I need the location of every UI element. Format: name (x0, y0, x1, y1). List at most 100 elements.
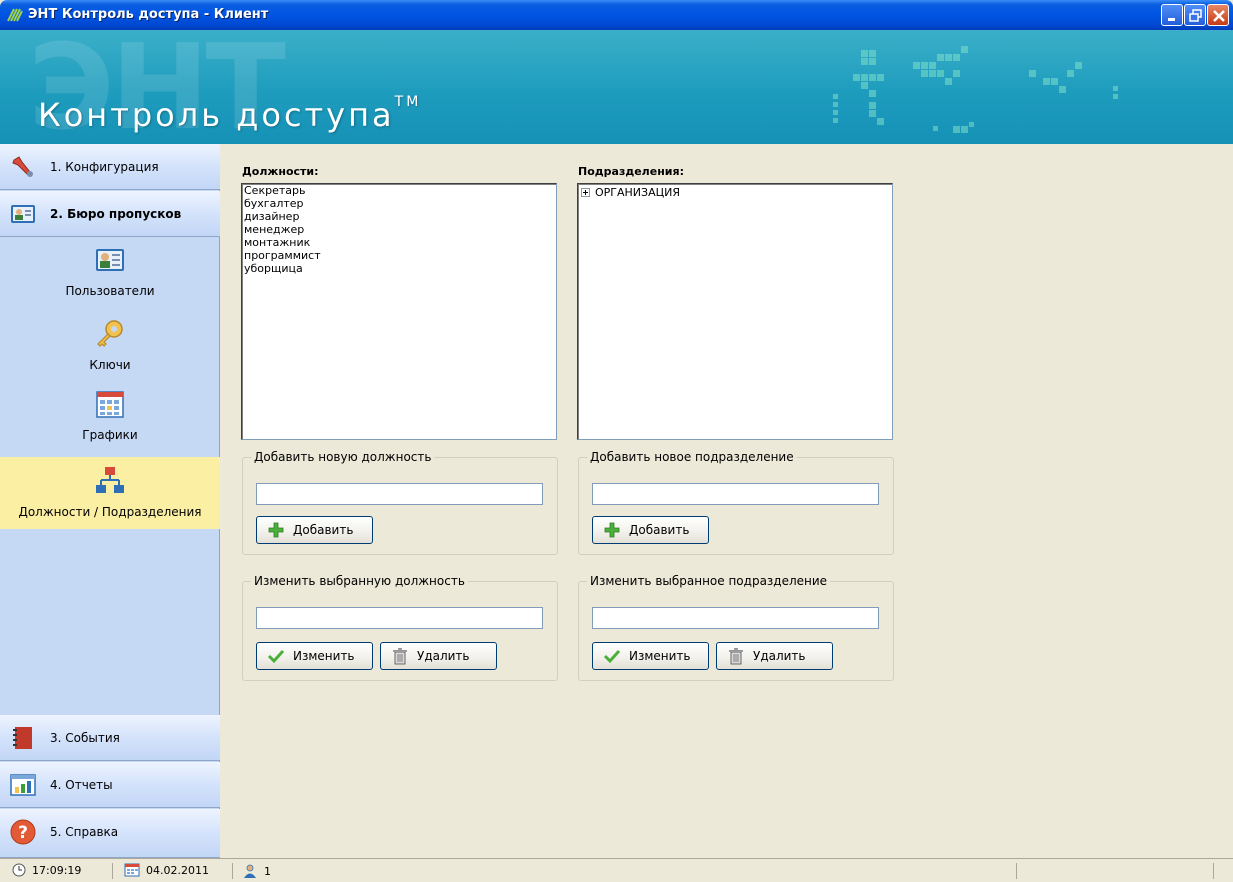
user-icon (244, 864, 256, 878)
button-label: Удалить (753, 649, 806, 663)
status-bar: 17:09:19 04.02.2011 1 (0, 858, 1233, 882)
checkmark-icon (603, 649, 621, 664)
svg-text:?: ? (18, 823, 28, 843)
list-item[interactable]: Секретарь (242, 184, 556, 197)
departments-tree[interactable]: ОРГАНИЗАЦИЯ (577, 183, 893, 440)
positions-listbox[interactable]: Секретарь бухгалтер дизайнер менеджер мо… (241, 183, 557, 440)
list-item[interactable]: монтажник (242, 236, 556, 249)
expand-icon[interactable] (581, 188, 590, 197)
sub-item-label: Должности / Подразделения (18, 505, 202, 519)
positions-label: Должности: (242, 165, 319, 178)
date-value: 04.02.2011 (146, 863, 209, 877)
button-label: Удалить (417, 649, 470, 663)
add-position-group: Добавить новую должность Добавить (242, 450, 558, 555)
status-time: 17:09:19 (12, 863, 81, 877)
main-content: Должности: Секретарь бухгалтер дизайнер … (221, 144, 1233, 858)
list-item[interactable]: дизайнер (242, 210, 556, 223)
status-separator (1016, 863, 1017, 879)
add-department-group: Добавить новое подразделение Добавить (578, 450, 894, 555)
calendar-grid-icon (96, 391, 124, 418)
nav-help[interactable]: ? 5. Справка (0, 809, 220, 858)
banner-pixel-map (833, 46, 1118, 133)
list-item[interactable]: уборщица (242, 262, 556, 275)
trash-icon (393, 648, 407, 665)
sub-item-label: Пользователи (65, 284, 155, 298)
sub-item-keys[interactable]: Ключи (0, 318, 220, 388)
nav-configuration[interactable]: 1. Конфигурация (0, 144, 220, 190)
edit-position-group: Изменить выбранную должность Изменить Уд… (242, 574, 558, 681)
new-department-input[interactable] (592, 483, 879, 505)
bar-chart-icon (10, 774, 36, 796)
app-banner: ЭНТ Контроль доступаTM (0, 30, 1233, 144)
checkmark-icon (267, 649, 285, 664)
edit-department-input[interactable] (592, 607, 879, 629)
journal-icon (13, 727, 32, 749)
group-legend: Добавить новую должность (251, 450, 435, 464)
trash-icon (729, 648, 743, 665)
button-label: Изменить (629, 649, 691, 663)
restore-icon (1189, 9, 1202, 22)
logo-text: Контроль доступа (38, 96, 395, 134)
nav-pass-bureau[interactable]: 2. Бюро пропусков (0, 191, 220, 237)
button-label: Добавить (629, 523, 690, 537)
plus-icon (268, 522, 284, 538)
nav-label: 2. Бюро пропусков (50, 207, 182, 221)
calendar-icon (124, 863, 140, 877)
list-item[interactable]: менеджер (242, 223, 556, 236)
nav-label: 3. События (50, 731, 120, 745)
group-legend: Изменить выбранное подразделение (587, 574, 831, 588)
close-icon (1213, 10, 1225, 22)
status-separator (1213, 863, 1214, 879)
wrench-icon (12, 156, 33, 177)
status-separator (232, 863, 233, 879)
edit-position-input[interactable] (256, 607, 543, 629)
trademark: TM (394, 94, 422, 110)
tree-node[interactable]: ОРГАНИЗАЦИЯ (578, 184, 892, 199)
add-position-button[interactable]: Добавить (256, 516, 373, 544)
sub-item-label: Графики (82, 428, 138, 442)
delete-position-button[interactable]: Удалить (380, 642, 497, 670)
title-bar[interactable]: ЭНТ Контроль доступа - Клиент (0, 0, 1233, 30)
sub-item-users[interactable]: Пользователи (0, 244, 220, 314)
users-card-icon (96, 249, 124, 271)
status-separator (112, 863, 113, 879)
departments-label: Подразделения: (578, 165, 684, 178)
nav-label: 5. Справка (50, 825, 119, 839)
window-title: ЭНТ Контроль доступа - Клиент (28, 7, 269, 22)
sub-item-label: Ключи (89, 358, 131, 372)
group-legend: Изменить выбранную должность (251, 574, 468, 588)
sub-item-positions-departments[interactable]: Должности / Подразделения (0, 457, 220, 529)
add-department-button[interactable]: Добавить (592, 516, 709, 544)
key-icon (97, 320, 123, 347)
edit-position-button[interactable]: Изменить (256, 642, 373, 670)
help-icon: ? (10, 819, 36, 845)
restore-button[interactable] (1184, 4, 1206, 26)
list-item[interactable]: программист (242, 249, 556, 262)
close-button[interactable] (1207, 4, 1229, 26)
button-label: Добавить (293, 523, 354, 537)
clock-icon (12, 863, 26, 877)
app-logo: Контроль доступаTM (38, 94, 422, 134)
tree-node-label: ОРГАНИЗАЦИЯ (595, 186, 681, 199)
status-date: 04.02.2011 (124, 863, 209, 877)
edit-department-group: Изменить выбранное подразделение Изменит… (578, 574, 894, 681)
button-label: Изменить (293, 649, 355, 663)
group-legend: Добавить новое подразделение (587, 450, 797, 464)
nav-events[interactable]: 3. События (0, 715, 220, 761)
id-card-icon (11, 205, 35, 223)
time-value: 17:09:19 (32, 863, 82, 877)
app-icon (7, 8, 23, 22)
nav-label: 4. Отчеты (50, 778, 113, 792)
delete-department-button[interactable]: Удалить (716, 642, 833, 670)
edit-department-button[interactable]: Изменить (592, 642, 709, 670)
minimize-button[interactable] (1161, 4, 1183, 26)
nav-reports[interactable]: 4. Отчеты (0, 762, 220, 808)
sub-item-schedules[interactable]: Графики (0, 388, 220, 458)
list-item[interactable]: бухгалтер (242, 197, 556, 210)
sidebar: 1. Конфигурация 2. Бюро пропусков Пользо… (0, 144, 220, 858)
status-users: 1 (242, 863, 271, 879)
plus-icon (604, 522, 620, 538)
minimize-icon (1168, 18, 1175, 21)
nav-label: 1. Конфигурация (50, 160, 159, 174)
new-position-input[interactable] (256, 483, 543, 505)
